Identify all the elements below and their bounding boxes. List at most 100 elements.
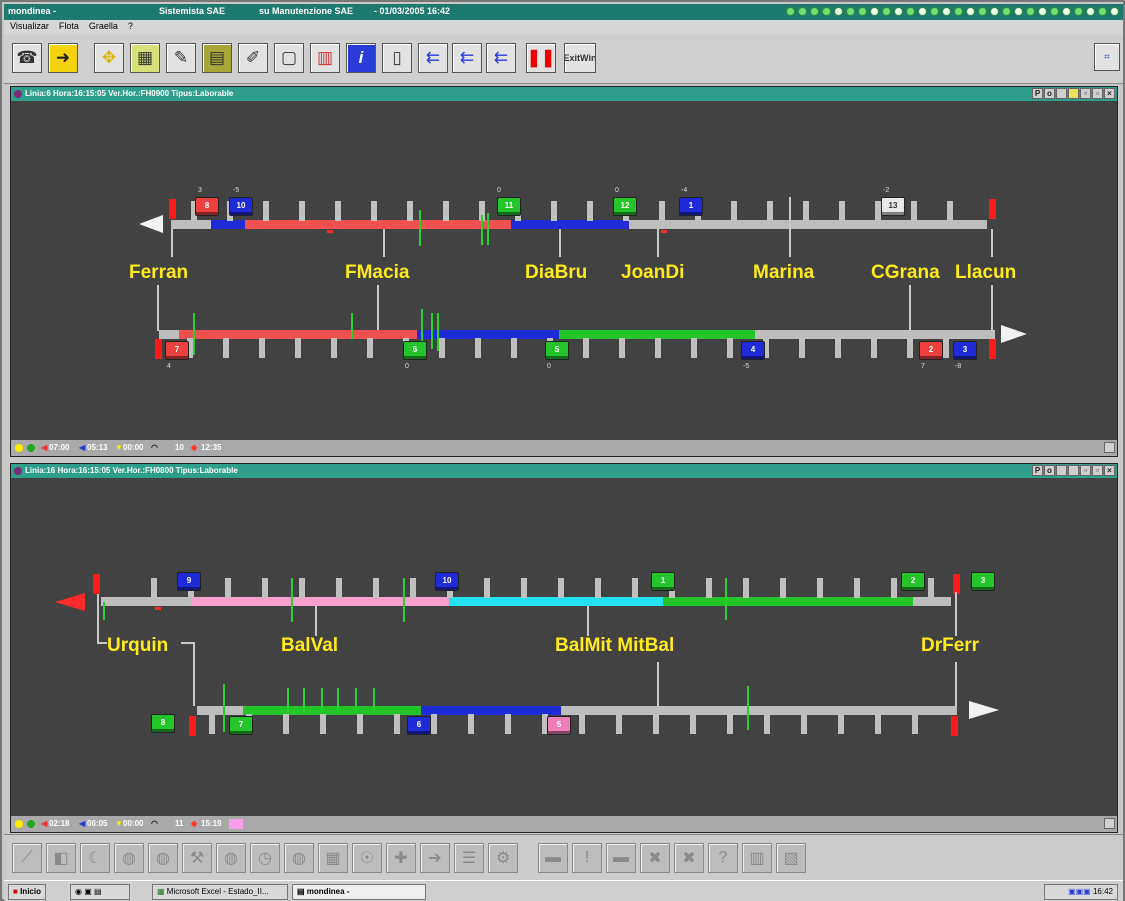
stop-label-diabru[interactable]: DiaBru <box>525 262 587 284</box>
minimize-button[interactable]: ▫ <box>1080 465 1091 476</box>
map-button[interactable]: ▦ <box>130 43 160 73</box>
scroll-button[interactable] <box>1104 442 1115 453</box>
group-button[interactable]: ◍ <box>216 843 246 873</box>
warning-button[interactable] <box>1068 88 1079 99</box>
camera-button[interactable] <box>1068 465 1079 476</box>
bus-icon[interactable]: 8 <box>195 197 219 216</box>
sms-button[interactable]: ▬ <box>538 843 568 873</box>
menu-item-visualizar[interactable]: Visualizar <box>10 21 49 34</box>
person-button[interactable]: ☉ <box>352 843 382 873</box>
close-button[interactable]: × <box>1104 88 1115 99</box>
help-button[interactable]: ? <box>708 843 738 873</box>
add-bus-button[interactable]: ⇇ <box>418 43 448 73</box>
led-icon <box>1002 7 1011 16</box>
lock-button[interactable]: ◍ <box>284 843 314 873</box>
stop-connector <box>559 229 561 257</box>
bus-button[interactable] <box>1056 88 1067 99</box>
bus-icon[interactable]: 1 <box>651 572 675 591</box>
bus-icon[interactable]: 9 <box>177 572 201 591</box>
start-button[interactable]: ■ Inicio <box>8 884 46 900</box>
bus-side-button[interactable]: ◍ <box>148 843 178 873</box>
scroll-button[interactable] <box>1104 818 1115 829</box>
edit-button[interactable]: ✎ <box>166 43 196 73</box>
move-button[interactable]: ✥ <box>94 43 124 73</box>
chart-button[interactable]: ▥ <box>310 43 340 73</box>
arrow-circle-button[interactable]: ➔ <box>420 843 450 873</box>
tools-button[interactable]: ✖ <box>674 843 704 873</box>
pen-button[interactable]: ✐ <box>238 43 268 73</box>
bus-button[interactable] <box>1056 465 1067 476</box>
o-button[interactable]: o <box>1044 88 1055 99</box>
moon-button[interactable]: ☾ <box>80 843 110 873</box>
brackets-button[interactable]: ◧ <box>46 843 76 873</box>
ko-button[interactable]: ▬ <box>606 843 636 873</box>
close-button[interactable]: × <box>1104 465 1115 476</box>
display-button[interactable]: ⌗ <box>1094 43 1120 71</box>
cross-tools-button[interactable]: ✖ <box>640 843 670 873</box>
navigate-button[interactable]: ➜ <box>48 43 78 73</box>
phone-button[interactable]: ☎ <box>12 43 42 73</box>
bus-icon[interactable]: 6 <box>407 716 431 735</box>
bus-icon[interactable]: 7 <box>229 716 253 735</box>
bus-icon[interactable]: 10 <box>229 197 253 216</box>
pause-button[interactable]: ❚❚ <box>526 43 556 73</box>
stop-label-ferran[interactable]: Ferran <box>129 262 188 284</box>
task-excel[interactable]: ▦ Microsoft Excel - Estado_II... <box>152 884 288 900</box>
remove-bus-button[interactable]: ⇇ <box>486 43 516 73</box>
bus-icon[interactable]: 10 <box>435 572 459 591</box>
stop-label-balval[interactable]: BalVal <box>281 635 338 657</box>
calculator-button[interactable]: ▤ <box>202 43 232 73</box>
bus-icon[interactable]: 4 <box>741 341 765 360</box>
bus-icon[interactable]: 7 <box>165 341 189 360</box>
bus-icon[interactable]: 3 <box>953 341 977 360</box>
bus-icon[interactable]: 5 <box>545 341 569 360</box>
stop-label-urquin[interactable]: Urquin <box>107 635 168 657</box>
stop-label-marina[interactable]: Marina <box>753 262 814 284</box>
status-arrow-icon: ◀ <box>79 819 86 828</box>
menu-item-help[interactable]: ? <box>128 21 133 34</box>
restore-button[interactable]: ▫ <box>1092 88 1103 99</box>
wrench-button[interactable]: ⚒ <box>182 843 212 873</box>
info-button[interactable]: i <box>346 43 376 73</box>
bus-icon[interactable]: 8 <box>151 714 175 733</box>
p-button[interactable]: P <box>1032 465 1043 476</box>
bus-icon[interactable]: 2 <box>901 572 925 591</box>
stop-label-llacun[interactable]: Llacun <box>955 262 1016 284</box>
ok-bus-button[interactable]: ⇇ <box>452 43 482 73</box>
quick-launch[interactable]: ◉ ▣ ▤ <box>70 884 130 900</box>
o-button[interactable]: o <box>1044 465 1055 476</box>
restore-button[interactable]: ▫ <box>1092 465 1103 476</box>
bars-button[interactable]: ▥ <box>742 843 772 873</box>
menu-item-flota[interactable]: Flota <box>59 21 79 34</box>
menu-item-graella[interactable]: Graella <box>89 21 118 34</box>
bus-icon[interactable]: 5 <box>547 716 571 735</box>
plus-circle-button[interactable]: ✚ <box>386 843 416 873</box>
bus-icon[interactable]: 2 <box>919 341 943 360</box>
stop-label-balmit-mitbal[interactable]: BalMit MitBal <box>555 635 674 657</box>
traffic-light-button[interactable]: ☰ <box>454 843 484 873</box>
exit-win-button[interactable]: Exit Win <box>564 43 596 73</box>
task-mondinea[interactable]: ▤ mondinea - <box>292 884 426 900</box>
stop-label-fmacia[interactable]: FMacia <box>345 262 409 284</box>
gear-button[interactable]: ⚙ <box>488 843 518 873</box>
bus-icon[interactable]: 11 <box>497 197 521 216</box>
building-button[interactable]: ▦ <box>318 843 348 873</box>
bus-front-button[interactable]: ◍ <box>114 843 144 873</box>
minimize-button[interactable]: ▫ <box>1080 88 1091 99</box>
stop-label-cgrana[interactable]: CGrana <box>871 262 940 284</box>
bus-icon[interactable]: 12 <box>613 197 637 216</box>
bus-delta: -8 <box>955 363 962 370</box>
p-button[interactable]: P <box>1032 88 1043 99</box>
chart-line-button[interactable]: ⟋ <box>12 843 42 873</box>
photo-button[interactable]: ▧ <box>776 843 806 873</box>
stop-label-drferr[interactable]: DrFerr <box>921 635 979 657</box>
bus-icon[interactable]: 3 <box>971 572 995 591</box>
bus-icon[interactable]: 13 <box>881 197 905 216</box>
bus-icon[interactable]: 1 <box>679 197 703 216</box>
alert-button[interactable]: ! <box>572 843 602 873</box>
stop-label-joandi[interactable]: JoanDi <box>621 262 684 284</box>
document-button[interactable]: ▯ <box>382 43 412 73</box>
bus-icon[interactable]: 6 <box>403 341 427 360</box>
clock-button[interactable]: ◷ <box>250 843 280 873</box>
blank-button[interactable]: ▢ <box>274 43 304 73</box>
